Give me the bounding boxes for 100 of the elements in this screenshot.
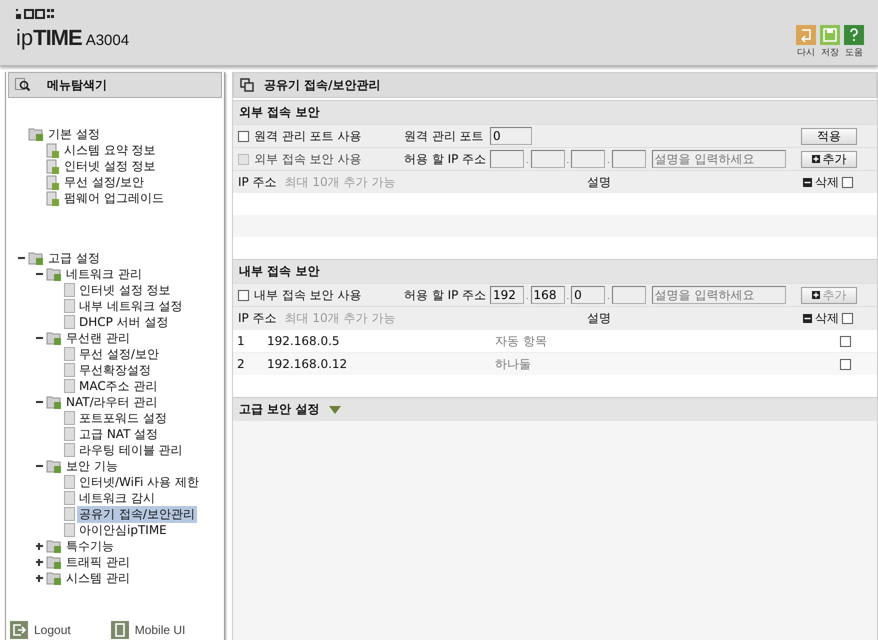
ip-octet-field[interactable] xyxy=(571,150,606,168)
table-cell-text: 2 xyxy=(237,357,246,371)
ip-octet-field[interactable]: 168 xyxy=(530,286,565,304)
table-cell-text: 192.168.0.12 xyxy=(267,357,348,371)
logo: ipTIME xyxy=(16,25,82,51)
checkbox[interactable] xyxy=(842,176,853,188)
field-label: 허용 할 IP 주소 xyxy=(404,150,488,168)
add-button[interactable]: 추가 xyxy=(801,150,857,168)
menu-item[interactable]: 내부 네트워크 설정 xyxy=(77,298,185,314)
checkbox[interactable] xyxy=(840,336,851,346)
logo-mark-icon xyxy=(16,9,54,19)
menu-item[interactable]: MAC주소 관리 xyxy=(77,378,160,394)
checkbox[interactable] xyxy=(238,290,249,300)
ip-octet-field[interactable] xyxy=(612,286,646,304)
menu-item[interactable]: 시스템 요약 정보 xyxy=(62,142,158,158)
column-header: 설명 xyxy=(587,174,612,190)
table-cell-text: 192.168.0.5 xyxy=(267,334,341,348)
menu-item[interactable]: 펌웨어 업그레이드 xyxy=(62,190,166,206)
menu-item[interactable]: 네트워크 감시 xyxy=(77,490,157,506)
ip-separator: . xyxy=(566,156,570,167)
ip-separator: . xyxy=(526,156,529,167)
save-icon xyxy=(820,25,840,45)
limit-note: 최대 10개 추가 가능 xyxy=(284,174,396,190)
folder-icon xyxy=(46,459,62,473)
window-icon xyxy=(240,78,254,92)
minus-icon[interactable] xyxy=(803,178,812,186)
page-icon xyxy=(64,491,75,505)
expand-arrow-icon[interactable] xyxy=(329,406,342,414)
menu-item[interactable]: 트래픽 관리 xyxy=(64,554,132,570)
page-icon xyxy=(46,158,60,174)
page-icon xyxy=(46,190,60,206)
mobile-link[interactable]: Mobile UI xyxy=(110,621,186,639)
toolbar-button[interactable]: 다시 xyxy=(796,25,816,59)
field-label: 허용 할 IP 주소 xyxy=(404,286,488,304)
folder-icon xyxy=(28,251,44,265)
ip-octet-field[interactable] xyxy=(530,150,565,168)
logout-link[interactable]: Logout xyxy=(10,621,71,639)
folder-icon xyxy=(46,267,62,281)
search-icon xyxy=(15,78,31,92)
delete-label: 삭제 xyxy=(815,310,839,326)
menu-item[interactable]: 인터넷/WiFi 사용 제한 xyxy=(77,474,201,490)
table-cell-text: 자동 항목 xyxy=(495,332,548,350)
ip-octet-field[interactable] xyxy=(612,150,646,168)
menu-item[interactable]: 포트포워드 설정 xyxy=(77,410,169,426)
section-header: 외부 접속 보안 xyxy=(233,100,877,124)
menu-item[interactable]: 기본 설정 xyxy=(46,126,102,142)
plus-icon xyxy=(812,155,820,163)
table-cell-text: 하나둘 xyxy=(495,356,532,372)
ip-separator: . xyxy=(607,156,610,167)
page-icon xyxy=(64,507,75,521)
page-icon xyxy=(64,299,75,313)
menu-item[interactable]: 시스템 관리 xyxy=(64,570,132,586)
menu-item[interactable]: 라우팅 테이블 관리 xyxy=(77,442,185,458)
menu-item[interactable]: 고급 설정 xyxy=(46,250,102,266)
menu-item[interactable]: 무선 설정/보안 xyxy=(62,174,146,190)
folder-icon xyxy=(46,539,62,553)
column-header: 설명 xyxy=(587,310,612,326)
undo-icon xyxy=(796,25,816,45)
menu-item[interactable]: 공유기 접속/보안관리 xyxy=(77,506,197,522)
menu-item[interactable]: 특수기능 xyxy=(64,538,116,554)
page-icon xyxy=(64,379,75,393)
ip-separator: . xyxy=(607,292,610,303)
page-title: 공유기 접속/보안관리 xyxy=(264,76,381,94)
checkbox[interactable] xyxy=(238,130,249,142)
limit-note: 최대 10개 추가 가능 xyxy=(284,310,396,326)
page-icon xyxy=(46,174,60,190)
section-header: 내부 접속 보안 xyxy=(233,259,877,283)
menu-item[interactable]: 보안 기능 xyxy=(64,458,120,474)
port-field[interactable]: 0 xyxy=(490,127,532,145)
menu-item[interactable]: 고급 NAT 설정 xyxy=(77,426,160,442)
menu-item[interactable]: 아이안심ipTIME xyxy=(77,522,169,538)
menu-item[interactable]: 무선랜 관리 xyxy=(64,330,132,346)
toolbar-button[interactable]: 저장 xyxy=(820,25,840,59)
folder-icon xyxy=(46,555,62,569)
description-field[interactable]: 설명을 입력하세요 xyxy=(652,150,786,168)
page-icon xyxy=(64,443,75,457)
menu-item[interactable]: 무선 설정/보안 xyxy=(77,346,161,362)
toolbar-button[interactable]: 도움 xyxy=(844,25,864,59)
ip-octet-field[interactable]: 192 xyxy=(490,286,524,304)
minus-icon[interactable] xyxy=(803,314,812,322)
plus-icon xyxy=(812,291,820,299)
folder-icon xyxy=(46,331,62,345)
page-icon xyxy=(64,475,75,489)
description-field[interactable]: 설명을 입력하세요 xyxy=(652,286,786,304)
menu-item[interactable]: 무선확장설정 xyxy=(77,362,153,378)
menu-item[interactable]: 네트워크 관리 xyxy=(64,266,144,282)
ip-octet-field[interactable] xyxy=(490,150,524,168)
page-icon xyxy=(64,315,75,329)
page-icon xyxy=(64,411,75,425)
model-name: A3004 xyxy=(86,32,130,49)
checkbox[interactable] xyxy=(840,358,851,370)
checkbox[interactable] xyxy=(842,312,853,324)
menu-item[interactable]: 인터넷 설정 정보 xyxy=(62,158,158,174)
menu-item[interactable]: 인터넷 설정 정보 xyxy=(77,282,173,298)
menu-item[interactable]: DHCP 서버 설정 xyxy=(77,314,171,330)
apply-button[interactable]: 적용 xyxy=(801,128,857,144)
ip-separator: . xyxy=(566,292,570,303)
ip-octet-field[interactable]: 0 xyxy=(571,286,606,304)
menu-item[interactable]: NAT/라우터 관리 xyxy=(64,394,160,410)
page-icon xyxy=(64,347,75,361)
